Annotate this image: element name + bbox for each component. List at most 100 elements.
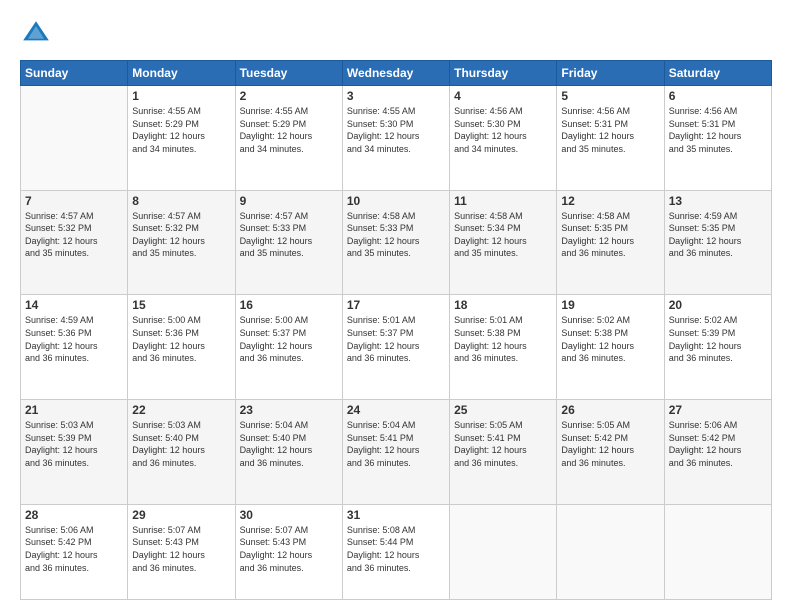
calendar-cell: 3 Sunrise: 4:55 AM Sunset: 5:30 PM Daylig… [342,86,449,191]
day-info: Sunrise: 5:00 AM Sunset: 5:37 PM Dayligh… [240,314,338,364]
calendar-cell [450,504,557,599]
day-number: 25 [454,403,552,417]
weekday-header-row: SundayMondayTuesdayWednesdayThursdayFrid… [21,61,772,86]
calendar-cell: 18 Sunrise: 5:01 AM Sunset: 5:38 PM Dayli… [450,295,557,400]
day-info: Sunrise: 4:57 AM Sunset: 5:33 PM Dayligh… [240,210,338,260]
calendar-cell: 20Sunrise: 5:02 AM Sunset: 5:39 PM Dayli… [664,295,771,400]
calendar-cell [557,504,664,599]
day-number: 30 [240,508,338,522]
weekday-header-tuesday: Tuesday [235,61,342,86]
day-info: Sunrise: 4:55 AM Sunset: 5:30 PM Dayligh… [347,105,445,155]
week-row-5: 28 Sunrise: 5:06 AM Sunset: 5:42 PM Dayli… [21,504,772,599]
day-info: Sunrise: 5:02 AM Sunset: 5:39 PM Dayligh… [669,314,767,364]
day-info: Sunrise: 4:56 AM Sunset: 5:30 PM Dayligh… [454,105,552,155]
day-info: Sunrise: 5:00 AM Sunset: 5:36 PM Dayligh… [132,314,230,364]
day-number: 8 [132,194,230,208]
day-number: 19 [561,298,659,312]
logo [20,18,56,50]
weekday-header-monday: Monday [128,61,235,86]
calendar-cell: 16Sunrise: 5:00 AM Sunset: 5:37 PM Dayli… [235,295,342,400]
day-info: Sunrise: 5:08 AM Sunset: 5:44 PM Dayligh… [347,524,445,574]
header [20,18,772,50]
day-number: 9 [240,194,338,208]
day-info: Sunrise: 4:58 AM Sunset: 5:33 PM Dayligh… [347,210,445,260]
day-number: 11 [454,194,552,208]
day-number: 7 [25,194,123,208]
calendar-cell: 10 Sunrise: 4:58 AM Sunset: 5:33 PM Dayli… [342,190,449,295]
weekday-header-sunday: Sunday [21,61,128,86]
day-number: 15 [132,298,230,312]
calendar-cell [21,86,128,191]
day-number: 23 [240,403,338,417]
day-number: 1 [132,89,230,103]
calendar-cell: 17 Sunrise: 5:01 AM Sunset: 5:37 PM Dayli… [342,295,449,400]
calendar-cell: 29Sunrise: 5:07 AM Sunset: 5:43 PM Dayli… [128,504,235,599]
day-info: Sunrise: 4:59 AM Sunset: 5:36 PM Dayligh… [25,314,123,364]
logo-icon [20,18,52,50]
day-number: 13 [669,194,767,208]
calendar-cell: 24 Sunrise: 5:04 AM Sunset: 5:41 PM Dayli… [342,400,449,505]
calendar-cell: 15 Sunrise: 5:00 AM Sunset: 5:36 PM Dayli… [128,295,235,400]
day-info: Sunrise: 5:01 AM Sunset: 5:37 PM Dayligh… [347,314,445,364]
day-info: Sunrise: 5:07 AM Sunset: 5:43 PM Dayligh… [132,524,230,574]
day-number: 26 [561,403,659,417]
week-row-1: 1 Sunrise: 4:55 AM Sunset: 5:29 PM Daylig… [21,86,772,191]
day-info: Sunrise: 4:55 AM Sunset: 5:29 PM Dayligh… [132,105,230,155]
day-number: 24 [347,403,445,417]
calendar-cell: 25 Sunrise: 5:05 AM Sunset: 5:41 PM Dayli… [450,400,557,505]
week-row-2: 7 Sunrise: 4:57 AM Sunset: 5:32 PM Daylig… [21,190,772,295]
calendar-cell: 31 Sunrise: 5:08 AM Sunset: 5:44 PM Dayli… [342,504,449,599]
day-info: Sunrise: 5:04 AM Sunset: 5:40 PM Dayligh… [240,419,338,469]
day-number: 18 [454,298,552,312]
week-row-3: 14 Sunrise: 4:59 AM Sunset: 5:36 PM Dayli… [21,295,772,400]
day-number: 10 [347,194,445,208]
weekday-header-friday: Friday [557,61,664,86]
day-info: Sunrise: 5:05 AM Sunset: 5:42 PM Dayligh… [561,419,659,469]
calendar-cell: 27 Sunrise: 5:06 AM Sunset: 5:42 PM Dayli… [664,400,771,505]
day-info: Sunrise: 5:07 AM Sunset: 5:43 PM Dayligh… [240,524,338,574]
day-info: Sunrise: 4:58 AM Sunset: 5:34 PM Dayligh… [454,210,552,260]
calendar-cell: 2 Sunrise: 4:55 AM Sunset: 5:29 PM Daylig… [235,86,342,191]
calendar-cell: 21Sunrise: 5:03 AM Sunset: 5:39 PM Dayli… [21,400,128,505]
calendar-cell: 5Sunrise: 4:56 AM Sunset: 5:31 PM Daylig… [557,86,664,191]
day-number: 4 [454,89,552,103]
calendar-cell: 22Sunrise: 5:03 AM Sunset: 5:40 PM Dayli… [128,400,235,505]
day-info: Sunrise: 4:55 AM Sunset: 5:29 PM Dayligh… [240,105,338,155]
day-info: Sunrise: 5:06 AM Sunset: 5:42 PM Dayligh… [25,524,123,574]
day-info: Sunrise: 4:56 AM Sunset: 5:31 PM Dayligh… [669,105,767,155]
day-number: 14 [25,298,123,312]
day-info: Sunrise: 5:01 AM Sunset: 5:38 PM Dayligh… [454,314,552,364]
day-number: 17 [347,298,445,312]
day-number: 27 [669,403,767,417]
day-number: 21 [25,403,123,417]
day-info: Sunrise: 4:57 AM Sunset: 5:32 PM Dayligh… [132,210,230,260]
day-number: 31 [347,508,445,522]
calendar-cell: 19 Sunrise: 5:02 AM Sunset: 5:38 PM Dayli… [557,295,664,400]
calendar-cell: 30 Sunrise: 5:07 AM Sunset: 5:43 PM Dayli… [235,504,342,599]
day-info: Sunrise: 5:05 AM Sunset: 5:41 PM Dayligh… [454,419,552,469]
day-number: 3 [347,89,445,103]
day-info: Sunrise: 4:56 AM Sunset: 5:31 PM Dayligh… [561,105,659,155]
day-number: 28 [25,508,123,522]
calendar-cell: 8 Sunrise: 4:57 AM Sunset: 5:32 PM Daylig… [128,190,235,295]
day-info: Sunrise: 4:58 AM Sunset: 5:35 PM Dayligh… [561,210,659,260]
calendar-cell: 6Sunrise: 4:56 AM Sunset: 5:31 PM Daylig… [664,86,771,191]
day-info: Sunrise: 5:06 AM Sunset: 5:42 PM Dayligh… [669,419,767,469]
calendar-cell: 4 Sunrise: 4:56 AM Sunset: 5:30 PM Daylig… [450,86,557,191]
week-row-4: 21Sunrise: 5:03 AM Sunset: 5:39 PM Dayli… [21,400,772,505]
page: SundayMondayTuesdayWednesdayThursdayFrid… [0,0,792,612]
calendar-cell: 11 Sunrise: 4:58 AM Sunset: 5:34 PM Dayli… [450,190,557,295]
day-number: 2 [240,89,338,103]
day-info: Sunrise: 4:59 AM Sunset: 5:35 PM Dayligh… [669,210,767,260]
day-info: Sunrise: 5:04 AM Sunset: 5:41 PM Dayligh… [347,419,445,469]
calendar-cell: 7 Sunrise: 4:57 AM Sunset: 5:32 PM Daylig… [21,190,128,295]
calendar-cell: 26 Sunrise: 5:05 AM Sunset: 5:42 PM Dayli… [557,400,664,505]
weekday-header-wednesday: Wednesday [342,61,449,86]
calendar-cell: 13 Sunrise: 4:59 AM Sunset: 5:35 PM Dayli… [664,190,771,295]
calendar-cell: 12Sunrise: 4:58 AM Sunset: 5:35 PM Dayli… [557,190,664,295]
day-info: Sunrise: 5:02 AM Sunset: 5:38 PM Dayligh… [561,314,659,364]
calendar-cell: 28 Sunrise: 5:06 AM Sunset: 5:42 PM Dayli… [21,504,128,599]
calendar-cell: 1 Sunrise: 4:55 AM Sunset: 5:29 PM Daylig… [128,86,235,191]
day-info: Sunrise: 4:57 AM Sunset: 5:32 PM Dayligh… [25,210,123,260]
day-info: Sunrise: 5:03 AM Sunset: 5:40 PM Dayligh… [132,419,230,469]
